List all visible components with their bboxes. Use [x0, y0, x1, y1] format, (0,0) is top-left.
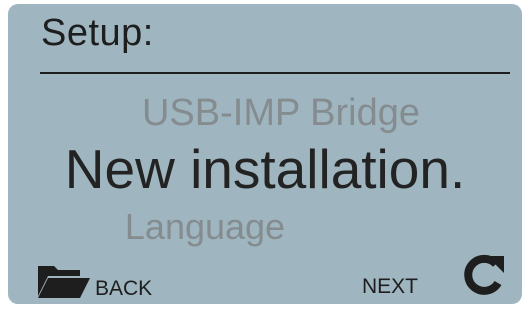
menu-item-next[interactable]: Language	[8, 209, 462, 245]
back-button[interactable]: BACK	[36, 256, 176, 300]
refresh-button[interactable]	[460, 252, 506, 298]
page-title: Setup:	[41, 12, 154, 54]
refresh-icon	[460, 254, 506, 302]
folder-icon	[36, 262, 92, 300]
back-label: BACK	[95, 277, 153, 300]
next-button[interactable]: NEXT	[362, 276, 418, 297]
title-divider	[40, 72, 510, 74]
menu-item-previous[interactable]: USB-IMP Bridge	[24, 94, 522, 132]
menu-item-selected[interactable]: New installation.	[8, 142, 522, 197]
lcd-screen: Setup: USB-IMP Bridge New installation. …	[8, 4, 522, 304]
